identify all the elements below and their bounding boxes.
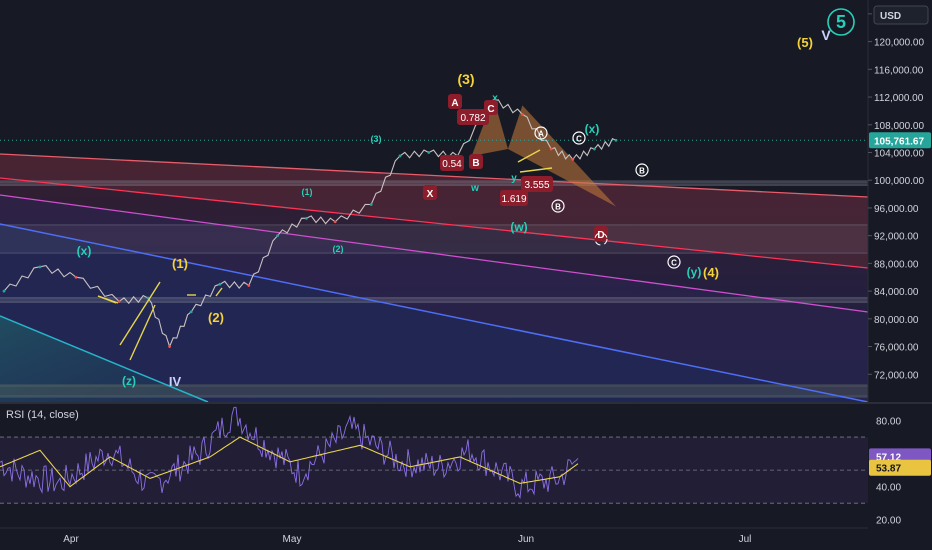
rsi-axis-label: 40.00 xyxy=(876,483,901,494)
price-axis-label: 120,000.00 xyxy=(874,38,924,49)
rsi-axis-label: 80.00 xyxy=(876,417,901,428)
price-point[interactable] xyxy=(2,289,6,293)
last-price-label: 105,761.67 xyxy=(874,136,924,147)
circled-label: C xyxy=(671,259,677,268)
wave-label: (4) xyxy=(703,265,719,280)
price-point[interactable] xyxy=(369,203,373,206)
price-axis-label: 84,000.00 xyxy=(874,287,919,298)
wave-label: (2) xyxy=(333,244,344,254)
rsi-title: RSI (14, close) xyxy=(6,409,79,421)
wave-label: (1) xyxy=(172,256,188,271)
price-point[interactable] xyxy=(247,284,251,287)
pattern-point-label: D xyxy=(597,230,604,241)
wave-label: (w) xyxy=(510,220,527,234)
circled-label: C xyxy=(576,135,582,144)
time-axis-bg xyxy=(0,528,932,550)
pattern-point-label: B xyxy=(472,158,479,169)
wave-label: (x) xyxy=(585,122,600,136)
rsi-value-label: 53.87 xyxy=(876,464,901,475)
time-axis-label: Apr xyxy=(63,534,79,545)
chart-root: (x) (1) (2) (z) IV (1) (2) (3) (3) x (x) (w) w y (y) (4… xyxy=(0,0,932,550)
circled-label: B xyxy=(639,167,645,176)
ratio-label: 1.619 xyxy=(501,194,526,205)
price-point[interactable] xyxy=(333,220,337,224)
price-point[interactable] xyxy=(276,234,279,238)
wave-label: (2) xyxy=(208,310,224,325)
price-point[interactable] xyxy=(305,216,308,220)
price-point[interactable] xyxy=(189,310,193,314)
price-axis-label: 112,000.00 xyxy=(874,93,924,104)
price-point[interactable] xyxy=(521,112,524,116)
wave-label: (3) xyxy=(371,134,382,144)
wave-label: (5) xyxy=(797,35,813,50)
price-point[interactable] xyxy=(117,300,121,303)
wave-label: (z) xyxy=(122,374,136,388)
wave-label: (1) xyxy=(302,187,313,197)
price-axis-label: 76,000.00 xyxy=(874,343,919,354)
circled-label: B xyxy=(555,203,561,212)
wave-label: (3) xyxy=(457,71,474,87)
wave-label: IV xyxy=(169,374,182,389)
circled-label: A xyxy=(538,130,544,139)
wave-label: (y) xyxy=(687,265,702,279)
pattern-point-label: X xyxy=(427,189,434,200)
price-point[interactable] xyxy=(74,275,78,279)
time-axis-label: May xyxy=(283,534,302,545)
price-axis-label: 104,000.00 xyxy=(874,148,924,159)
price-point[interactable] xyxy=(218,282,222,286)
wave-label: y xyxy=(511,173,517,184)
price-axis-label: 88,000.00 xyxy=(874,259,919,270)
currency-label: USD xyxy=(880,11,901,22)
pane-separator[interactable] xyxy=(0,402,932,404)
rsi-axis-label: 20.00 xyxy=(876,516,901,527)
wave-label: 5 xyxy=(836,12,846,32)
price-point[interactable] xyxy=(571,158,575,161)
chart-canvas[interactable]: (x)(1)(2)(z) IV(1)(2)(3)(3)x(x)(w)wy(y) (4… xyxy=(0,0,932,550)
price-point[interactable] xyxy=(38,265,42,269)
price-point[interactable] xyxy=(593,147,596,151)
price-axis-label: 80,000.00 xyxy=(874,315,919,326)
price-axis-label: 72,000.00 xyxy=(874,370,919,381)
price-axis-label: 108,000.00 xyxy=(874,121,924,132)
ratio-label: 3.555 xyxy=(524,180,549,191)
time-axis-label: Jul xyxy=(739,534,752,545)
ratio-label: 0.54 xyxy=(442,159,462,170)
ratio-label: 0.782 xyxy=(460,113,485,124)
price-axis-label: 92,000.00 xyxy=(874,232,919,243)
price-axis-label: 96,000.00 xyxy=(874,204,919,215)
price-point[interactable] xyxy=(549,147,553,151)
price-axis-label: 100,000.00 xyxy=(874,176,924,187)
price-zone xyxy=(0,224,868,254)
time-axis-label: Jun xyxy=(518,534,534,545)
price-point[interactable] xyxy=(168,345,172,348)
wave-label: w xyxy=(470,183,479,194)
price-point[interactable] xyxy=(427,151,431,154)
price-axis-label: 116,000.00 xyxy=(874,65,924,76)
price-point[interactable] xyxy=(398,154,402,158)
pattern-point-label: A xyxy=(451,98,458,109)
wave-label: (x) xyxy=(77,244,92,258)
